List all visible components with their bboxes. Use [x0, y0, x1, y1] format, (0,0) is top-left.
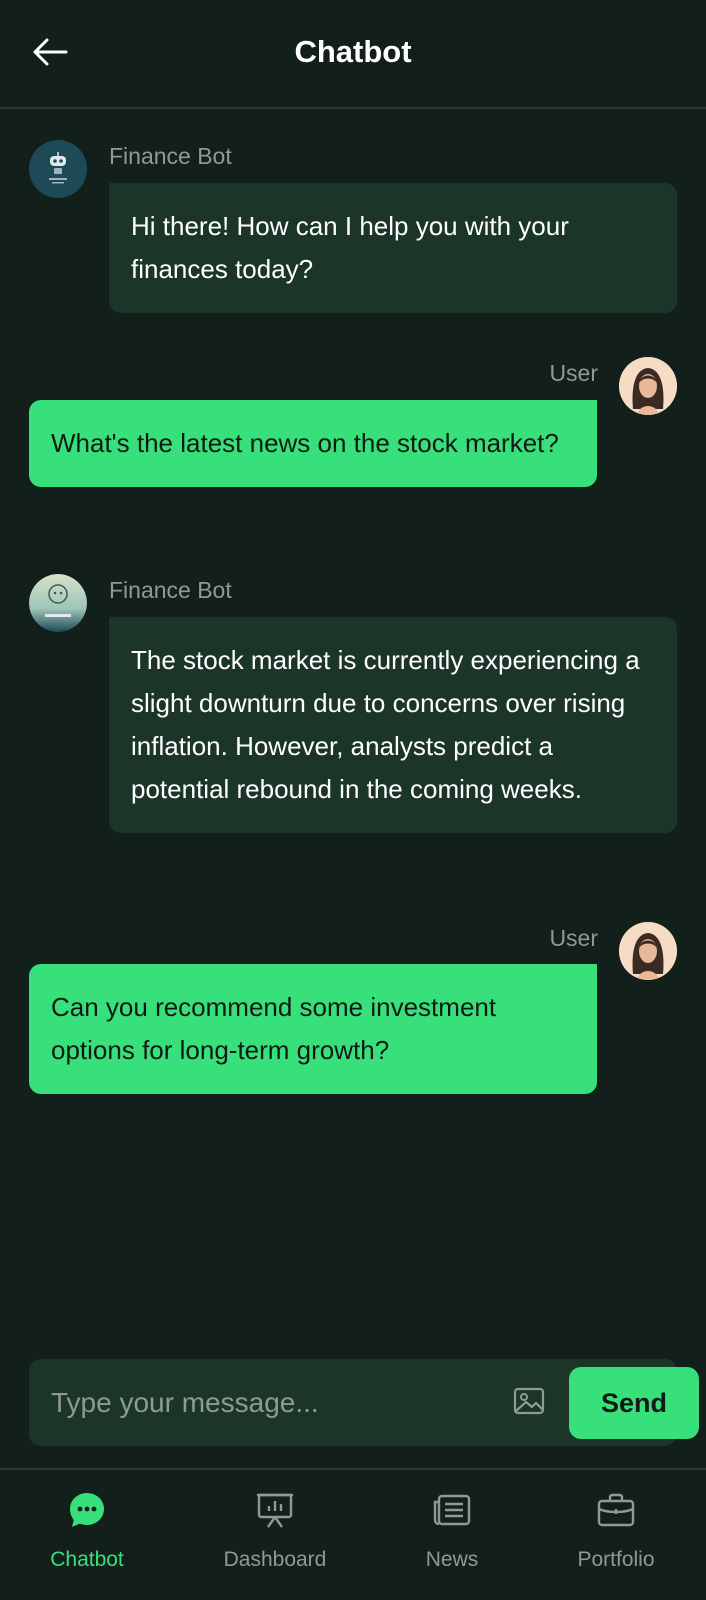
image-icon — [513, 1387, 545, 1420]
nav-item-news[interactable]: News — [372, 1470, 532, 1600]
sender-name: User — [549, 925, 598, 951]
sender-name: Finance Bot — [109, 577, 232, 603]
newspaper-icon — [432, 1490, 472, 1530]
nav-label: News — [425, 1548, 479, 1571]
presentation-chart-icon — [255, 1490, 295, 1530]
robot-avatar — [29, 574, 87, 632]
nav-label: Dashboard — [223, 1548, 327, 1571]
page-title: Chatbot — [294, 34, 412, 69]
nav-item-portfolio[interactable]: Portfolio — [536, 1470, 696, 1600]
nav-label: Portfolio — [577, 1548, 655, 1571]
attach-image-button[interactable] — [512, 1386, 546, 1420]
user-avatar — [619, 357, 677, 415]
briefcase-icon — [596, 1490, 636, 1530]
user-message-bubble: What's the latest news on the stock mark… — [29, 400, 597, 487]
bot-message-bubble: The stock market is currently experienci… — [109, 617, 677, 833]
chatbot-screen: Chatbot Finance Bot Hi there! How can I … — [0, 0, 706, 1600]
user-avatar — [619, 922, 677, 980]
chat-bubble-icon — [67, 1490, 107, 1530]
nav-item-dashboard[interactable]: Dashboard — [195, 1470, 355, 1600]
user-message-bubble: Can you recommend some investment option… — [29, 964, 597, 1094]
bottom-navigation: Chatbot Dashboard News Portfolio — [0, 1468, 706, 1600]
nav-label: Chatbot — [50, 1548, 124, 1571]
robot-avatar — [29, 140, 87, 198]
app-header: Chatbot — [0, 0, 706, 109]
nav-item-chatbot[interactable]: Chatbot — [7, 1470, 167, 1600]
bot-message-bubble: Hi there! How can I help you with your f… — [109, 183, 677, 313]
send-button[interactable]: Send — [569, 1367, 699, 1439]
sender-name: Finance Bot — [109, 143, 232, 169]
message-input[interactable] — [51, 1359, 491, 1446]
sender-name: User — [549, 360, 598, 386]
